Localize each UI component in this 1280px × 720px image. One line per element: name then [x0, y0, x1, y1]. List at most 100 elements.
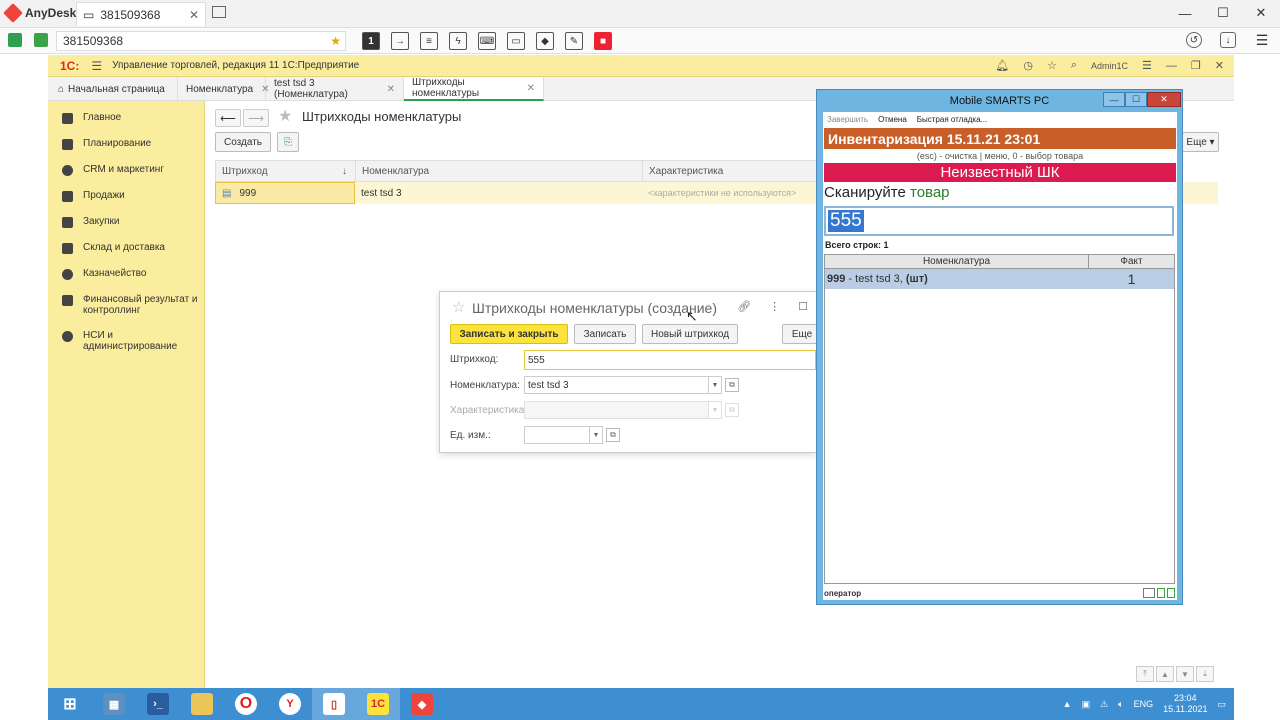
characteristic-input[interactable] [524, 401, 709, 419]
barcode-input[interactable]: 555 [524, 350, 816, 370]
maximize-button[interactable]: ☐ [1204, 0, 1242, 26]
maximize-icon[interactable]: ☐ [798, 300, 808, 313]
favorites-star-icon[interactable]: ☆ [1047, 59, 1057, 72]
item-dropdown-icon[interactable]: ▼ [708, 376, 722, 394]
taskbar-anydesk[interactable]: ◆ [400, 688, 444, 720]
taskbar-1c[interactable]: 1С [356, 688, 400, 720]
language-indicator[interactable]: ENG [1134, 699, 1154, 709]
favorite-star-icon[interactable]: ★ [330, 34, 341, 48]
minimize-button[interactable]: — [1166, 0, 1204, 26]
sidebar-item-main[interactable]: Главное [48, 107, 204, 133]
item-open-icon[interactable]: ⧉ [725, 378, 739, 392]
main-menu-icon[interactable]: ☰ [91, 59, 102, 73]
keyboard-icon[interactable]: ⌨ [478, 32, 496, 50]
start-button[interactable]: ⊞ [48, 688, 92, 720]
cell-item[interactable]: test tsd 3 [355, 182, 642, 204]
table-row[interactable]: 999 - test tsd 3, (шт) 1 [825, 269, 1174, 289]
sidebar-item-warehouse[interactable]: Склад и доставка [48, 237, 204, 263]
save-and-close-button[interactable]: Записать и закрыть [450, 324, 568, 344]
unit-dropdown-icon[interactable]: ▼ [589, 426, 603, 444]
draw-pen-icon[interactable]: ✎ [565, 32, 583, 50]
volume-icon[interactable]: 🔈︎ [1118, 699, 1123, 710]
verified-icon[interactable] [34, 33, 48, 47]
notifications-icon[interactable]: ▭ [1217, 699, 1226, 710]
sidebar-item-purchases[interactable]: Закупки [48, 211, 204, 237]
create-button[interactable]: Создать [215, 132, 271, 152]
menu-icon[interactable]: ☰ [1254, 32, 1270, 48]
search-icon[interactable]: ⌕ [1071, 59, 1077, 72]
column-item[interactable]: Номенклатура [356, 161, 643, 181]
sidebar-item-admin[interactable]: НСИ и администрирование [48, 325, 204, 361]
copy-button[interactable]: ⎘ [277, 132, 299, 152]
tab-nomenclature[interactable]: Номенклатура ✕ [178, 77, 270, 101]
history-icon[interactable]: ◷ [1023, 59, 1033, 72]
more-button[interactable]: Еще ▾ [1182, 132, 1219, 152]
sidebar-item-crm[interactable]: CRM и маркетинг [48, 159, 204, 185]
chat-icon[interactable]: ≡ [420, 32, 438, 50]
address-bar[interactable]: 381509368 ★ [56, 31, 346, 51]
column-barcode[interactable]: Штрихкод ↓ [216, 161, 356, 181]
favorite-star-icon[interactable]: ★ [278, 106, 292, 126]
network-icon[interactable]: ▣ [1082, 699, 1091, 710]
unit-open-icon[interactable]: ⧉ [606, 428, 620, 442]
sidebar-item-sales[interactable]: Продажи [48, 185, 204, 211]
display-icon[interactable]: ▭ [507, 32, 525, 50]
scroll-down-icon[interactable]: ▼ [1176, 666, 1194, 682]
scroll-top-icon[interactable]: ⤒ [1136, 666, 1154, 682]
taskbar-file-explorer[interactable] [180, 688, 224, 720]
sidebar-item-finance[interactable]: Финансовый результат и контроллинг [48, 289, 204, 325]
favorite-star-icon[interactable]: ☆ [452, 298, 465, 316]
back-button[interactable]: ⟵ [215, 109, 241, 127]
taskbar-opera[interactable]: O [224, 688, 268, 720]
user-name[interactable]: Admin1C [1091, 61, 1128, 71]
item-input[interactable]: test tsd 3 [524, 376, 709, 394]
close-window-button[interactable]: ✕ [1242, 0, 1280, 26]
scroll-up-icon[interactable]: ▲ [1156, 666, 1174, 682]
ms-menu-finish[interactable]: Завершить [827, 115, 868, 124]
cell-barcode[interactable]: ▤ 999 [215, 182, 355, 204]
save-button[interactable]: Записать [574, 324, 636, 344]
ms-menu-cancel[interactable]: Отмена [878, 115, 907, 124]
download-icon[interactable]: ↓ [1220, 32, 1236, 48]
unit-input[interactable] [524, 426, 590, 444]
taskbar-explorer-server[interactable]: ▦ [92, 688, 136, 720]
settings-menu-icon[interactable]: ☰ [1142, 59, 1152, 72]
bell-icon[interactable]: 🔔︎ [995, 59, 1009, 72]
new-barcode-button[interactable]: Новый штрихкод [642, 324, 738, 344]
characteristic-dropdown-icon[interactable]: ▼ [708, 401, 722, 419]
restore-icon[interactable]: ❐ [1191, 59, 1201, 72]
show-hidden-icons[interactable]: ▲ [1063, 699, 1072, 709]
record-icon[interactable]: ■ [594, 32, 612, 50]
ms-close-button[interactable]: ✕ [1147, 92, 1181, 107]
more-vertical-icon[interactable]: ⋮ [769, 300, 780, 313]
session-number-icon[interactable]: 1 [362, 32, 380, 50]
close-tab-icon[interactable]: ✕ [527, 83, 535, 94]
link-icon[interactable]: 🔗︎ [737, 300, 751, 313]
connection-icon[interactable] [8, 33, 22, 47]
new-tab-icon[interactable] [212, 6, 226, 18]
ms-menu-debug[interactable]: Быстрая отладка... [917, 115, 987, 124]
scroll-bottom-icon[interactable]: ⤓ [1196, 666, 1214, 682]
forward-button[interactable]: ⟶ [243, 109, 269, 127]
permissions-icon[interactable]: ◆ [536, 32, 554, 50]
switch-sides-icon[interactable]: → [391, 32, 409, 50]
sidebar-item-treasury[interactable]: Казначейство [48, 263, 204, 289]
ms-maximize-button[interactable]: ☐ [1125, 92, 1147, 107]
column-characteristic[interactable]: Характеристика [643, 161, 817, 181]
close-tab-icon[interactable]: ✕ [189, 8, 199, 22]
tab-item-card[interactable]: test tsd 3 (Номенклатура) ✕ [266, 77, 404, 101]
tab-barcodes[interactable]: Штрихкоды номенклатуры ✕ [404, 77, 544, 101]
cell-characteristic[interactable]: <характеристики не используются> [642, 182, 816, 204]
taskbar-yandex[interactable]: Y [268, 688, 312, 720]
close-icon[interactable]: ✕ [1215, 59, 1224, 72]
characteristic-open-icon[interactable]: ⧉ [725, 403, 739, 417]
history-icon[interactable]: ↺ [1186, 32, 1202, 48]
actions-lightning-icon[interactable]: ϟ [449, 32, 467, 50]
ms-barcode-input[interactable]: 555 [824, 206, 1174, 236]
sidebar-item-planning[interactable]: Планирование [48, 133, 204, 159]
anydesk-session-tab[interactable]: ▭ 381509368 ✕ [76, 2, 206, 26]
ms-minimize-button[interactable]: — [1103, 92, 1125, 107]
taskbar-mobile-smarts[interactable]: ▯ [312, 688, 356, 720]
taskbar-powershell[interactable]: ›_ [136, 688, 180, 720]
tab-home[interactable]: ⌂ Начальная страница [48, 77, 178, 101]
